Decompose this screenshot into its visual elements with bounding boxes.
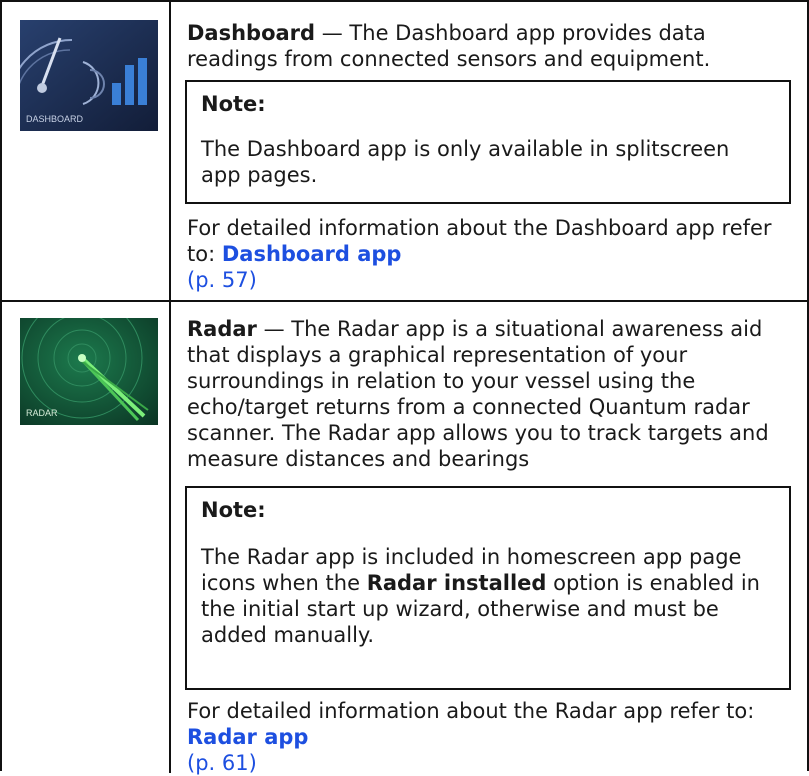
radar-desc-text: — The Radar app is a situational awarene… bbox=[187, 317, 769, 471]
radar-app-icon: RADAR bbox=[20, 318, 158, 425]
content-cell: Dashboard — The Dashboard app provides d… bbox=[171, 2, 807, 300]
radar-reference: For detailed information about the Radar… bbox=[187, 698, 787, 776]
reference-text: For detailed information about the Radar… bbox=[187, 699, 755, 723]
radar-installed-option: Radar installed bbox=[366, 571, 547, 595]
table-row: DASHBOARD Dashboard — The Dashboard app … bbox=[2, 2, 807, 302]
dashboard-title: Dashboard bbox=[187, 21, 316, 45]
radar-note: Note: The Radar app is included in homes… bbox=[185, 486, 791, 690]
dashboard-thumbnail-label: DASHBOARD bbox=[26, 114, 84, 124]
note-title: Note: bbox=[201, 498, 266, 522]
radar-thumbnail: RADAR bbox=[20, 318, 158, 425]
dashboard-note: Note: The Dashboard app is only availabl… bbox=[185, 80, 791, 204]
dashboard-app-link[interactable]: Dashboard app bbox=[222, 242, 402, 266]
dashboard-thumbnail: DASHBOARD bbox=[20, 20, 158, 131]
page-reference-link[interactable]: (p. 57) bbox=[187, 268, 257, 292]
radar-title: Radar bbox=[187, 317, 257, 341]
dashboard-app-icon: DASHBOARD bbox=[20, 20, 158, 131]
note-title: Note: bbox=[201, 92, 266, 116]
radar-description: Radar — The Radar app is a situational a… bbox=[187, 316, 787, 472]
page-reference-link[interactable]: (p. 61) bbox=[187, 751, 257, 775]
content-cell: Radar — The Radar app is a situational a… bbox=[171, 302, 807, 776]
icon-cell: RADAR bbox=[2, 302, 171, 773]
table-row: RADAR Radar — The Radar app is a situati… bbox=[2, 302, 807, 776]
note-body: The Radar app is included in homescreen … bbox=[201, 544, 775, 648]
icon-cell: DASHBOARD bbox=[2, 2, 171, 300]
radar-thumbnail-label: RADAR bbox=[26, 408, 58, 418]
app-table: DASHBOARD Dashboard — The Dashboard app … bbox=[0, 0, 809, 776]
dashboard-description: Dashboard — The Dashboard app provides d… bbox=[187, 20, 787, 72]
radar-app-link[interactable]: Radar app bbox=[187, 725, 308, 749]
dashboard-reference: For detailed information about the Dashb… bbox=[187, 215, 787, 293]
note-body: The Dashboard app is only available in s… bbox=[201, 137, 730, 187]
